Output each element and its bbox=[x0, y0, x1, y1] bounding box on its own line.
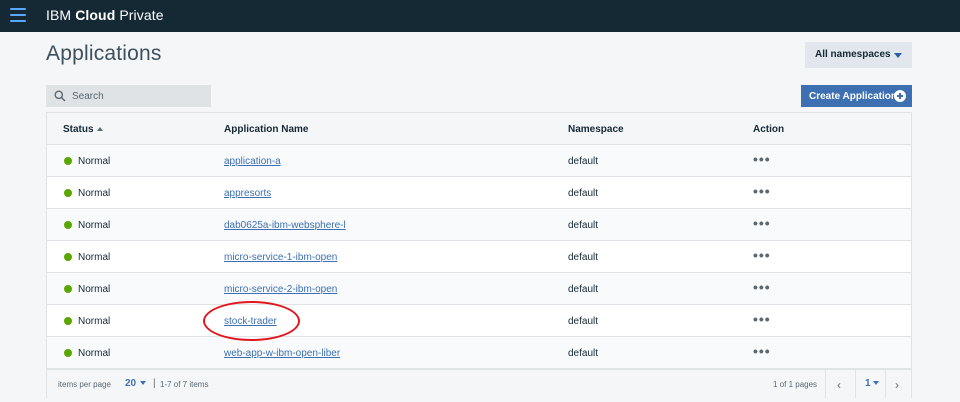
page-title: Applications bbox=[46, 42, 162, 65]
status-normal-icon bbox=[64, 349, 72, 357]
chevron-left-icon[interactable]: ‹ bbox=[837, 378, 841, 392]
application-name-link[interactable]: web-app-w-ibm-open-liber bbox=[224, 348, 340, 359]
namespace-select[interactable]: All namespaces bbox=[805, 42, 912, 68]
application-name-link[interactable]: stock-trader bbox=[224, 316, 277, 327]
status-text: Normal bbox=[78, 252, 111, 263]
application-name-link[interactable]: application-a bbox=[224, 156, 281, 167]
namespace-text: default bbox=[568, 188, 599, 199]
page-count-text: 1 of 1 pages bbox=[773, 380, 818, 389]
overflow-menu-icon[interactable]: ••• bbox=[753, 151, 771, 167]
status-normal-icon bbox=[64, 221, 72, 229]
status-normal-icon bbox=[64, 285, 72, 293]
table-row: Normal dab0625a-ibm-websphere-l default … bbox=[47, 209, 911, 241]
page-number-value: 1 bbox=[865, 378, 871, 389]
namespace-text: default bbox=[568, 156, 599, 167]
pager-divider bbox=[825, 370, 826, 398]
applications-table: Status Application Name Namespace Action… bbox=[46, 112, 912, 398]
caret-down-icon bbox=[140, 381, 147, 385]
pager-divider bbox=[855, 370, 856, 398]
overflow-menu-icon[interactable]: ••• bbox=[753, 183, 771, 199]
status-text: Normal bbox=[78, 220, 111, 231]
table-row: Normal micro-service-2-ibm-open default … bbox=[47, 273, 911, 305]
brand-logo[interactable]: IBM Cloud Private bbox=[46, 7, 164, 23]
page-number-select[interactable]: 1 bbox=[865, 378, 879, 389]
application-name-link[interactable]: appresorts bbox=[224, 188, 271, 199]
overflow-menu-icon[interactable]: ••• bbox=[753, 215, 771, 231]
table-row: Normal stock-trader default ••• bbox=[47, 305, 911, 337]
caret-down-icon bbox=[872, 381, 879, 385]
namespace-text: default bbox=[568, 220, 599, 231]
create-application-button[interactable]: Create Application bbox=[801, 85, 912, 107]
overflow-menu-icon[interactable]: ••• bbox=[753, 279, 771, 295]
items-per-page-select[interactable]: 20 bbox=[125, 378, 147, 389]
table-row: Normal appresorts default ••• bbox=[47, 177, 911, 209]
table-row: Normal micro-service-1-ibm-open default … bbox=[47, 241, 911, 273]
table-row: Normal application-a default ••• bbox=[47, 145, 911, 177]
item-range-text: 1-7 of 7 items bbox=[160, 380, 209, 389]
top-bar: IBM Cloud Private bbox=[0, 0, 960, 32]
namespace-select-label: All namespaces bbox=[815, 49, 891, 60]
table-header: Status Application Name Namespace Action bbox=[47, 113, 911, 145]
column-header-namespace[interactable]: Namespace bbox=[568, 124, 624, 135]
status-text: Normal bbox=[78, 156, 111, 167]
sort-ascending-icon bbox=[96, 127, 103, 131]
table-row: Normal web-app-w-ibm-open-liber default … bbox=[47, 337, 911, 369]
items-per-page-value: 20 bbox=[125, 378, 137, 389]
application-name-link[interactable]: dab0625a-ibm-websphere-l bbox=[224, 220, 346, 231]
search-icon bbox=[54, 90, 66, 102]
pagination-separator: | bbox=[153, 378, 156, 389]
plus-circle-icon bbox=[894, 90, 906, 102]
status-normal-icon bbox=[64, 189, 72, 197]
caret-down-icon bbox=[894, 53, 902, 58]
overflow-menu-icon[interactable]: ••• bbox=[753, 247, 771, 263]
column-header-status[interactable]: Status bbox=[63, 124, 103, 135]
namespace-text: default bbox=[568, 348, 599, 359]
status-text: Normal bbox=[78, 188, 111, 199]
namespace-text: default bbox=[568, 316, 599, 327]
hamburger-icon[interactable] bbox=[10, 8, 26, 22]
namespace-text: default bbox=[568, 284, 599, 295]
status-normal-icon bbox=[64, 253, 72, 261]
search-input[interactable] bbox=[72, 85, 207, 107]
status-normal-icon bbox=[64, 157, 72, 165]
column-header-action: Action bbox=[753, 124, 785, 135]
column-header-application-name[interactable]: Application Name bbox=[224, 124, 308, 135]
application-name-link[interactable]: micro-service-2-ibm-open bbox=[224, 284, 337, 295]
status-text: Normal bbox=[78, 284, 111, 295]
pagination-bar: items per page 20 | 1-7 of 7 items 1 of … bbox=[47, 369, 911, 398]
application-name-link[interactable]: micro-service-1-ibm-open bbox=[224, 252, 337, 263]
status-text: Normal bbox=[78, 348, 111, 359]
search-box[interactable] bbox=[46, 85, 211, 107]
items-per-page-label: items per page bbox=[58, 380, 111, 389]
status-normal-icon bbox=[64, 317, 72, 325]
overflow-menu-icon[interactable]: ••• bbox=[753, 343, 771, 359]
namespace-text: default bbox=[568, 252, 599, 263]
create-application-label: Create Application bbox=[809, 91, 897, 102]
pager-divider bbox=[885, 370, 886, 398]
overflow-menu-icon[interactable]: ••• bbox=[753, 311, 771, 327]
chevron-right-icon[interactable]: › bbox=[895, 378, 899, 392]
status-text: Normal bbox=[78, 316, 111, 327]
